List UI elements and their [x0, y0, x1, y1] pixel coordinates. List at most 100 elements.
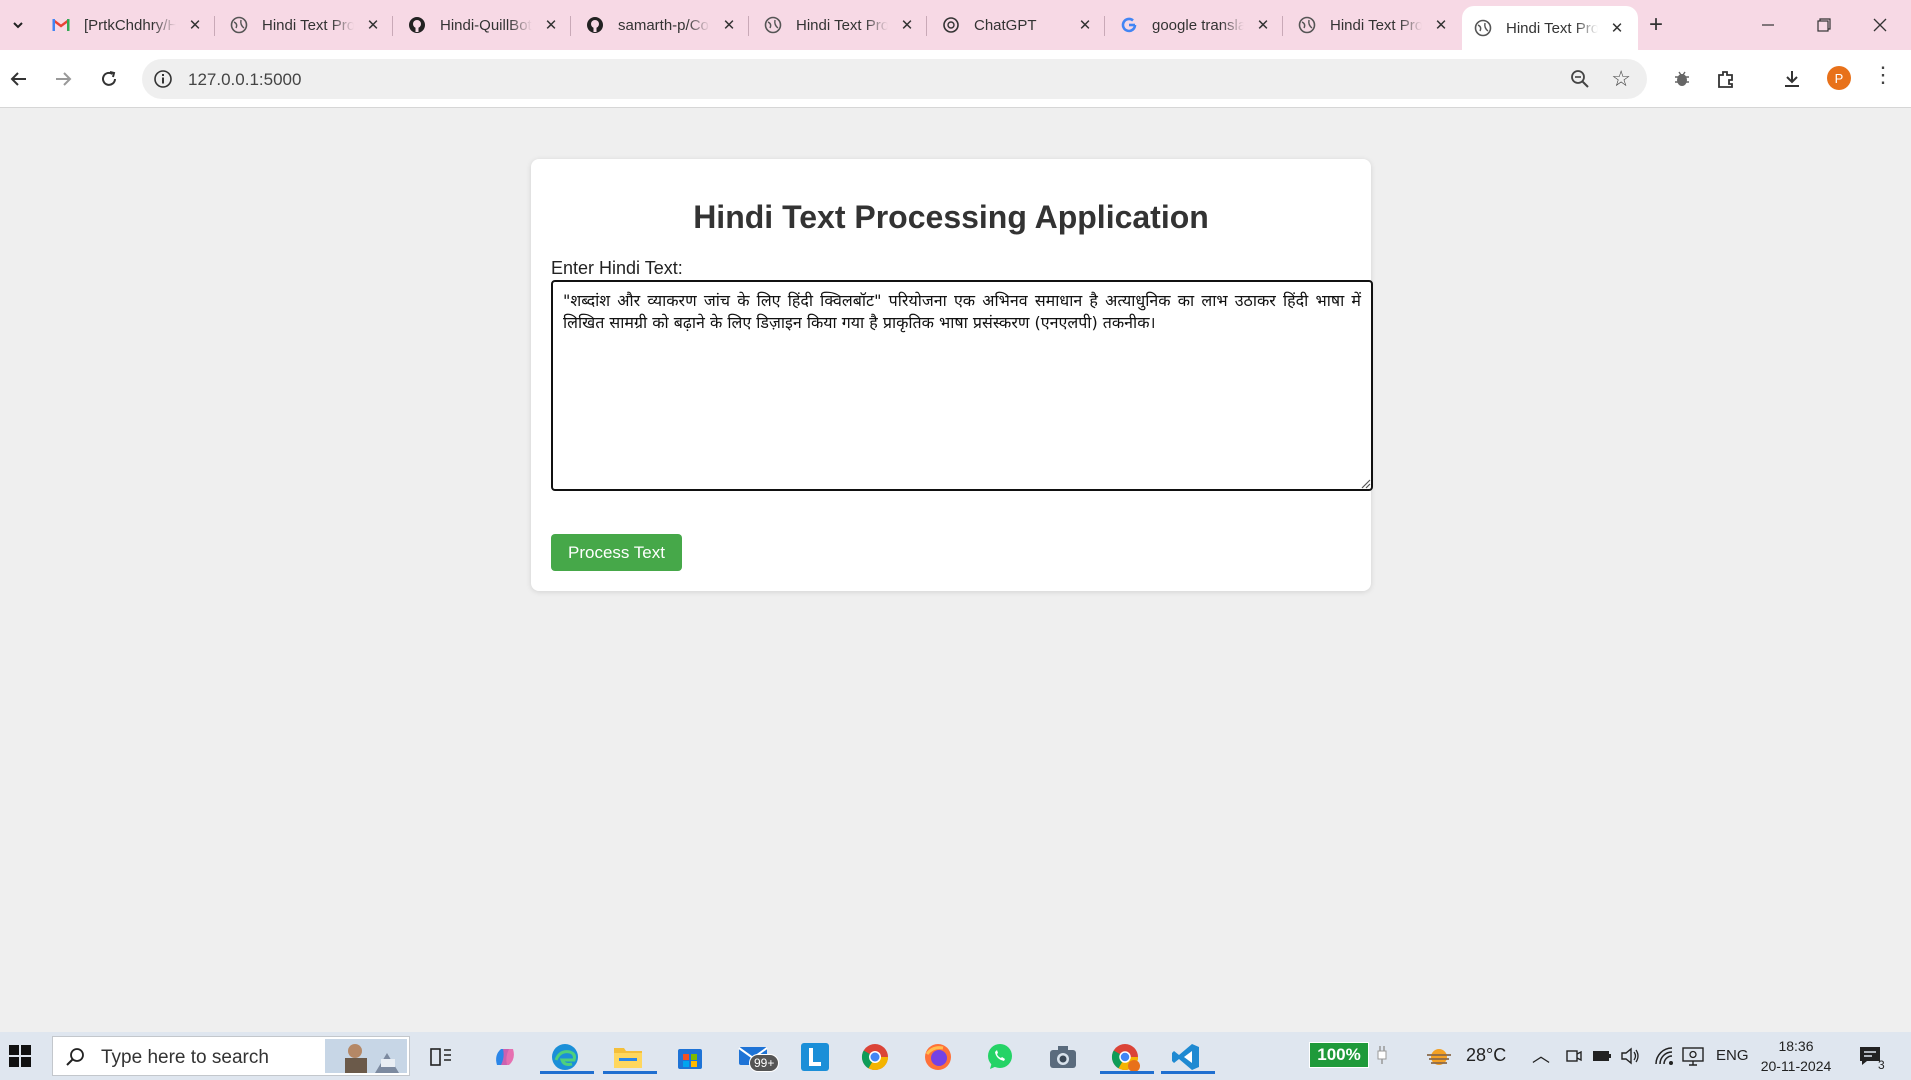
new-tab-button[interactable]: + — [1641, 10, 1671, 40]
tab-hindi-text-1[interactable]: Hindi Text Processing ✕ — [218, 6, 394, 44]
restore-button[interactable] — [1796, 0, 1852, 50]
chatgpt-icon — [942, 16, 960, 34]
resize-grip-icon[interactable] — [1359, 477, 1371, 489]
app-running-indicator — [1161, 1071, 1215, 1074]
task-view-icon[interactable] — [424, 1040, 458, 1074]
tab-strip: [PrtkChdhry/Hindi ✕ Hindi Text Processin… — [0, 0, 1911, 50]
back-button[interactable] — [4, 64, 34, 94]
tab-title: samarth-p/Colleges — [618, 16, 710, 34]
file-explorer-icon[interactable] — [603, 1040, 657, 1074]
tab-hindi-text-3[interactable]: Hindi Text Processing ✕ — [1286, 6, 1462, 44]
hindi-text-input[interactable]: "शब्दांश और व्याकरण जांच के लिए हिंदी क्… — [551, 280, 1373, 491]
search-placeholder: Type here to search — [101, 1047, 269, 1068]
tab-separator — [926, 16, 927, 36]
tab-search-button[interactable] — [3, 10, 33, 40]
process-text-button[interactable]: Process Text — [551, 534, 682, 571]
tab-separator — [570, 16, 571, 36]
tab-separator — [392, 16, 393, 36]
tab-separator — [214, 16, 215, 36]
volume-icon[interactable] — [1620, 1047, 1640, 1065]
globe-icon — [764, 16, 782, 34]
page-title: Hindi Text Processing Application — [693, 199, 1209, 235]
tab-title: Hindi Text Processing — [1330, 16, 1422, 34]
tab-chatgpt[interactable]: ChatGPT ✕ — [930, 6, 1106, 44]
close-icon — [1873, 18, 1887, 32]
reload-button[interactable] — [94, 64, 124, 94]
close-icon[interactable]: ✕ — [1254, 16, 1272, 34]
arrow-right-icon — [56, 72, 72, 86]
clock-time: 18:36 — [1778, 1038, 1814, 1054]
tab-separator — [748, 16, 749, 36]
notification-count: 3 — [1878, 1058, 1885, 1072]
whatsapp-icon[interactable] — [983, 1040, 1017, 1074]
tab-samarth-colleges[interactable]: samarth-p/Colleges ✕ — [574, 6, 750, 44]
close-icon[interactable]: ✕ — [1076, 16, 1094, 34]
system-clock[interactable]: 18:36 20-11-2024 — [1758, 1036, 1834, 1076]
windows-start-icon[interactable] — [8, 1044, 32, 1068]
close-icon[interactable]: ✕ — [720, 16, 738, 34]
chrome-profile-icon[interactable] — [1100, 1040, 1154, 1074]
language-indicator[interactable]: ENG — [1716, 1047, 1749, 1064]
vscode-icon[interactable] — [1161, 1040, 1215, 1074]
browser-menu-icon[interactable]: ⋮ — [1872, 62, 1894, 88]
tab-gmail[interactable]: [PrtkChdhry/Hindi ✕ — [40, 6, 216, 44]
url-text[interactable]: 127.0.0.1:5000 — [188, 70, 301, 90]
weather-temperature[interactable]: 28°C — [1466, 1045, 1506, 1066]
arrow-left-icon — [10, 72, 26, 86]
search-highlight-image — [325, 1039, 407, 1073]
close-icon[interactable]: ✕ — [542, 16, 560, 34]
camera-icon[interactable] — [1046, 1040, 1080, 1074]
app-running-indicator — [540, 1071, 594, 1074]
app-running-indicator — [603, 1071, 657, 1074]
github-icon — [586, 16, 604, 34]
weather-icon[interactable] — [1422, 1040, 1456, 1074]
close-icon[interactable]: ✕ — [1608, 19, 1626, 37]
bookmark-star-icon[interactable]: ☆ — [1611, 66, 1631, 92]
close-icon[interactable]: ✕ — [364, 16, 382, 34]
globe-icon — [230, 16, 248, 34]
battery-percentage[interactable]: 100% — [1309, 1042, 1369, 1068]
close-window-button[interactable] — [1852, 0, 1908, 50]
close-icon[interactable]: ✕ — [186, 16, 204, 34]
app-running-indicator — [1100, 1071, 1154, 1074]
display-settings-icon[interactable] — [1682, 1046, 1704, 1066]
copilot-icon[interactable] — [488, 1040, 522, 1074]
plug-icon — [1373, 1042, 1391, 1068]
tab-title: Hindi Text Processing — [796, 16, 888, 34]
tab-separator — [1282, 16, 1283, 36]
download-icon[interactable] — [1779, 66, 1805, 92]
clock-date: 20-11-2024 — [1760, 1058, 1832, 1074]
profile-avatar[interactable]: P — [1827, 66, 1851, 90]
google-icon — [1120, 16, 1138, 34]
wifi-icon[interactable] — [1654, 1046, 1674, 1066]
taskbar-search[interactable]: Type here to search — [52, 1036, 410, 1076]
tab-hindi-text-active[interactable]: Hindi Text Processing ✕ — [1462, 6, 1638, 50]
forward-button[interactable] — [48, 64, 78, 94]
browser-toolbar: 127.0.0.1:5000 ☆ — [0, 50, 1911, 108]
tab-title: Hindi Text Processing — [262, 16, 354, 34]
meet-now-icon[interactable] — [1565, 1047, 1583, 1065]
tab-hindi-quillbot[interactable]: Hindi-QuillBot ✕ — [396, 6, 572, 44]
show-hidden-icons-icon[interactable]: ︿ — [1532, 1042, 1550, 1068]
l-app-icon[interactable] — [798, 1040, 832, 1074]
firefox-icon[interactable] — [921, 1040, 955, 1074]
tab-hindi-text-2[interactable]: Hindi Text Processing ✕ — [752, 6, 928, 44]
minimize-button[interactable] — [1740, 0, 1796, 50]
gmail-icon — [52, 16, 70, 34]
info-icon[interactable] — [152, 68, 174, 90]
edge-browser-icon[interactable] — [540, 1040, 594, 1074]
address-bar[interactable]: 127.0.0.1:5000 ☆ — [142, 59, 1647, 99]
minimize-icon — [1762, 24, 1774, 26]
close-icon[interactable]: ✕ — [898, 16, 916, 34]
zoom-icon[interactable] — [1569, 68, 1591, 90]
extension-bug-icon[interactable] — [1669, 66, 1695, 92]
tab-google-translate[interactable]: google translate ✕ — [1108, 6, 1284, 44]
battery-icon[interactable] — [1592, 1048, 1612, 1064]
globe-icon — [1474, 19, 1492, 37]
microsoft-store-icon[interactable] — [673, 1040, 707, 1074]
chrome-icon[interactable] — [858, 1040, 892, 1074]
extensions-puzzle-icon[interactable] — [1713, 66, 1739, 92]
mail-unread-badge: 99+ — [749, 1054, 780, 1072]
tab-separator — [1104, 16, 1105, 36]
close-icon[interactable]: ✕ — [1432, 16, 1450, 34]
